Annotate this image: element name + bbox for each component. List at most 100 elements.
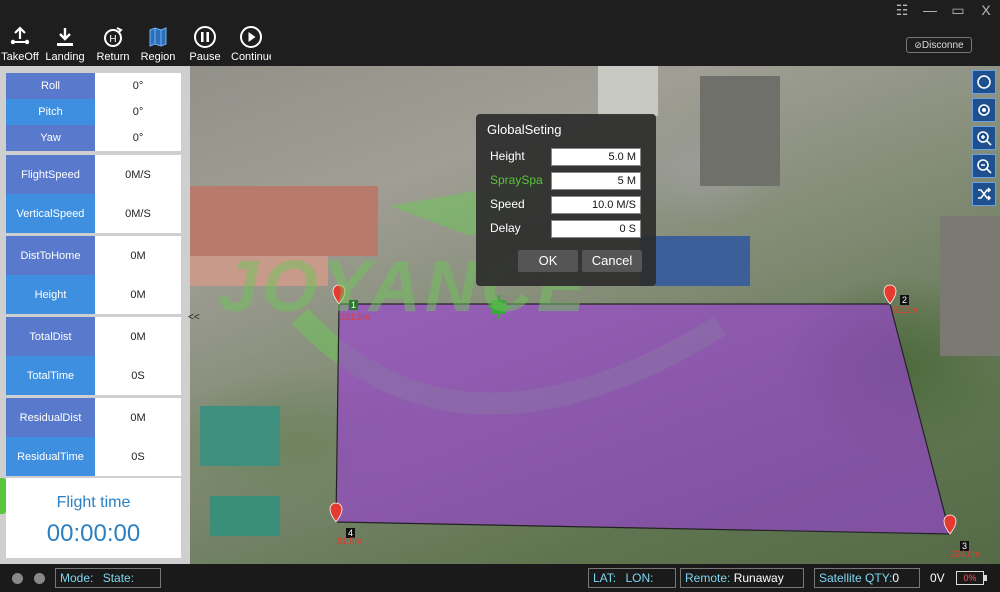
telemetry-row-pitch: Pitch 0° — [6, 99, 181, 125]
cancel-button[interactable]: Cancel — [582, 250, 642, 272]
roll-value: 0° — [95, 73, 181, 99]
takeoff-button[interactable]: TakeOff — [0, 24, 40, 66]
roll-label: Roll — [6, 73, 95, 99]
play-icon — [240, 26, 262, 48]
pause-label: Pause — [189, 51, 221, 63]
pause-icon — [194, 26, 216, 48]
waypoint-number: 2 — [900, 295, 910, 305]
takeoff-icon — [10, 26, 30, 45]
residualtime-label: ResidualTime — [6, 437, 95, 476]
remote-label: Remote: — [685, 571, 731, 585]
ok-button[interactable]: OK — [518, 250, 578, 272]
locate-icon[interactable] — [972, 98, 996, 122]
height-setting-input[interactable] — [551, 148, 641, 166]
disconnect-label: Disconne — [921, 40, 964, 51]
state-label: State: — [102, 571, 135, 585]
height-label: Height — [6, 275, 95, 314]
residualdist-value: 0M — [95, 398, 181, 437]
map-region-icon — [149, 27, 167, 47]
region-label: Region — [140, 51, 176, 63]
speed-setting-row: Speed — [490, 196, 642, 214]
residual-group: ResidualDist 0M ResidualTime 0S — [6, 398, 181, 476]
return-button[interactable]: H Return — [93, 24, 133, 66]
landing-icon — [57, 28, 73, 46]
remote-box: Remote: Runaway — [680, 568, 804, 588]
pause-button[interactable]: Pause — [186, 24, 224, 66]
speed-group: FlightSpeed 0M/S VerticalSpeed 0M/S — [6, 155, 181, 233]
takeoff-label: TakeOff — [1, 51, 39, 63]
satellite-label: Satellite QTY: — [819, 571, 893, 585]
totaltime-value: 0S — [95, 356, 181, 395]
satellite-value: 0 — [892, 571, 900, 585]
menu-icon[interactable]: ☷ — [894, 2, 910, 19]
flightspeed-label: FlightSpeed — [6, 155, 95, 194]
verticalspeed-label: VerticalSpeed — [6, 194, 95, 233]
waypoint-distance: 224.0m — [950, 549, 981, 559]
flight-time-box: Flight time 00:00:00 — [6, 478, 181, 558]
speed-setting-input[interactable] — [551, 196, 641, 214]
totals-group: TotalDist 0M TotalTime 0S — [6, 317, 181, 395]
delay-setting-input[interactable] — [551, 220, 641, 238]
spray-spacing-input[interactable] — [551, 172, 641, 190]
ground-station-app: ☷ — ▭ X TakeOff Landing H Return Region … — [0, 0, 1000, 592]
telemetry-row-flightspeed: FlightSpeed 0M/S — [6, 155, 181, 194]
title-bar: ☷ — ▭ X — [0, 0, 1000, 24]
gps-led-icon — [34, 573, 45, 584]
global-settings-dialog: GlobalSeting Height SpraySpa Speed Delay… — [476, 114, 656, 286]
window-controls: ☷ — ▭ X — [894, 2, 994, 19]
residualtime-value: 0S — [95, 437, 181, 476]
telemetry-row-residualdist: ResidualDist 0M — [6, 398, 181, 437]
telemetry-panel: Roll 0° Pitch 0° Yaw 0° FlightSpeed 0M/S… — [0, 66, 200, 564]
telemetry-row-disttohome: DistToHome 0M — [6, 236, 181, 275]
battery-level: 0% — [963, 573, 977, 583]
connection-led-icon — [12, 573, 23, 584]
lon-label: LON: — [625, 571, 654, 585]
map-controls — [972, 70, 996, 206]
attitude-group: Roll 0° Pitch 0° Yaw 0° — [6, 73, 181, 151]
height-setting-label: Height — [490, 149, 525, 163]
mode-label: Mode: — [60, 571, 94, 585]
disconnect-button[interactable]: ⊘Disconne — [906, 37, 972, 53]
speed-setting-label: Speed — [490, 197, 525, 211]
height-setting-row: Height — [490, 148, 642, 166]
remote-value: Runaway — [733, 571, 784, 585]
return-home-icon: H — [104, 27, 123, 47]
link-icon: ⊘ — [914, 40, 922, 50]
zoom-out-icon[interactable] — [972, 154, 996, 178]
pitch-value: 0° — [95, 99, 181, 125]
waypoint-distance: 201.2m — [340, 312, 371, 322]
delay-setting-row: Delay — [490, 220, 642, 238]
minimize-icon[interactable]: — — [922, 2, 938, 19]
close-icon[interactable]: X — [978, 2, 994, 19]
mode-state-box: Mode: State: — [55, 568, 161, 588]
telemetry-row-roll: Roll 0° — [6, 73, 181, 99]
telemetry-row-residualtime: ResidualTime 0S — [6, 437, 181, 476]
lat-lon-box: LAT: LON: — [588, 568, 676, 588]
region-button[interactable]: Region — [138, 24, 178, 66]
telemetry-row-verticalspeed: VerticalSpeed 0M/S — [6, 194, 181, 233]
satellite-box: Satellite QTY:0 — [814, 568, 920, 588]
telemetry-row-totaldist: TotalDist 0M — [6, 317, 181, 356]
waypoint-number: 1 — [349, 300, 359, 310]
shuffle-icon[interactable] — [972, 182, 996, 206]
maximize-icon[interactable]: ▭ — [950, 2, 966, 19]
totaldist-label: TotalDist — [6, 317, 95, 356]
disttohome-value: 0M — [95, 236, 181, 275]
telemetry-row-yaw: Yaw 0° — [6, 125, 181, 151]
spray-spacing-row: SpraySpa — [490, 172, 642, 190]
pitch-label: Pitch — [6, 99, 95, 125]
yaw-value: 0° — [95, 125, 181, 151]
continue-button[interactable]: Continue — [231, 24, 271, 66]
svg-text:H: H — [109, 34, 116, 45]
delay-setting-label: Delay — [490, 221, 521, 235]
return-label: Return — [96, 51, 130, 63]
landing-button[interactable]: Landing — [44, 24, 86, 66]
zoom-in-icon[interactable] — [972, 126, 996, 150]
toolbar: TakeOff Landing H Return Region Pause Co… — [0, 24, 1000, 66]
dialog-title: GlobalSeting — [487, 122, 562, 137]
compass-icon[interactable] — [972, 70, 996, 94]
residualdist-label: ResidualDist — [6, 398, 95, 437]
totaltime-label: TotalTime — [6, 356, 95, 395]
collapse-panel-button[interactable]: << — [188, 312, 200, 323]
waypoint-1[interactable]: 1 — [349, 295, 359, 313]
